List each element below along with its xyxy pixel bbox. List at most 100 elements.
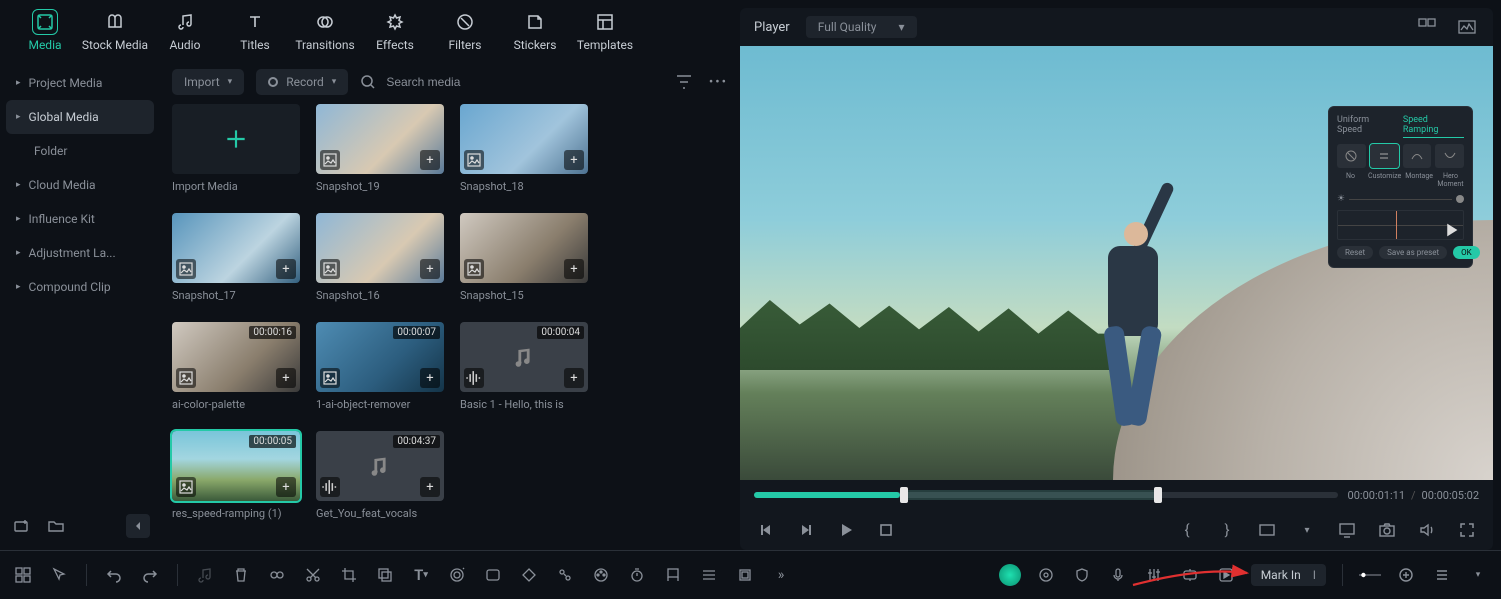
chevron-down-icon[interactable]: ▾ [1467, 564, 1489, 586]
cursor-icon[interactable] [48, 564, 70, 586]
import-media-thumb[interactable] [172, 104, 300, 174]
search-input[interactable] [384, 74, 624, 90]
tab-speed-ramping[interactable]: Speed Ramping [1403, 115, 1464, 138]
sidebar-item-influence-kit[interactable]: ▸Influence Kit [6, 202, 154, 236]
tab-effects[interactable]: Effects [360, 1, 430, 59]
filter-icon[interactable] [675, 73, 693, 91]
image-icon[interactable] [176, 368, 196, 388]
media-tile[interactable]: +Snapshot_18 [460, 104, 588, 193]
preset-montage[interactable] [1403, 144, 1432, 168]
ai-avatar-icon[interactable] [999, 564, 1021, 586]
sidebar-item-cloud-media[interactable]: ▸Cloud Media [6, 168, 154, 202]
collapse-sidebar-icon[interactable] [126, 514, 150, 538]
add-icon[interactable]: + [420, 477, 440, 497]
mark-out-icon[interactable]: } [1215, 518, 1239, 542]
media-tile[interactable]: +Snapshot_16 [316, 213, 444, 302]
layout-icon[interactable] [12, 564, 34, 586]
add-icon[interactable]: + [276, 259, 296, 279]
tab-filters[interactable]: Filters [430, 1, 500, 59]
speed-icon[interactable] [446, 564, 468, 586]
quality-dropdown[interactable]: Full Quality▾ [806, 16, 917, 38]
track-icon[interactable] [698, 564, 720, 586]
fullscreen-icon[interactable] [1455, 518, 1479, 542]
group-icon[interactable] [734, 564, 756, 586]
mic-icon[interactable] [1107, 564, 1129, 586]
crop-icon[interactable] [338, 564, 360, 586]
mixer-icon[interactable] [1143, 564, 1165, 586]
reset-button[interactable]: Reset [1337, 246, 1373, 259]
tab-templates[interactable]: Templates [570, 1, 640, 59]
image-icon[interactable] [320, 150, 340, 170]
play-icon[interactable] [834, 518, 858, 542]
media-tile[interactable]: 00:00:07+1-ai-object-remover [316, 322, 444, 411]
image-icon[interactable] [320, 368, 340, 388]
scrub-track[interactable] [754, 492, 1338, 498]
undo-icon[interactable] [103, 564, 125, 586]
delete-icon[interactable] [230, 564, 252, 586]
snapshot-icon[interactable] [1375, 518, 1399, 542]
audio-wave-icon[interactable] [320, 477, 340, 497]
chevron-down-icon[interactable]: ▾ [1295, 518, 1319, 542]
tab-uniform-speed[interactable]: Uniform Speed [1337, 115, 1395, 138]
motion-icon[interactable] [554, 564, 576, 586]
preset-no[interactable] [1337, 144, 1366, 168]
media-tile[interactable]: +Snapshot_19 [316, 104, 444, 193]
image-icon[interactable] [464, 150, 484, 170]
list-icon[interactable] [1431, 564, 1453, 586]
record-button[interactable]: Record▾ [256, 69, 348, 95]
tab-audio[interactable]: Audio [150, 1, 220, 59]
image-icon[interactable] [176, 259, 196, 279]
more-icon[interactable]: ••• [709, 75, 728, 90]
media-tile[interactable]: Import Media [172, 104, 300, 193]
adjust-icon[interactable] [1179, 564, 1201, 586]
media-tile[interactable]: 00:00:04+Basic 1 - Hello, this is [460, 322, 588, 411]
add-icon[interactable]: + [564, 368, 584, 388]
keyframe-icon[interactable] [518, 564, 540, 586]
preset-hero[interactable] [1435, 144, 1464, 168]
shield-icon[interactable] [1071, 564, 1093, 586]
tab-stickers[interactable]: Stickers [500, 1, 570, 59]
ramp-graph[interactable] [1337, 210, 1464, 240]
folder-icon[interactable] [44, 514, 68, 538]
import-button[interactable]: Import▾ [172, 69, 244, 95]
media-tile[interactable]: 00:00:16+ai-color-palette [172, 322, 300, 411]
sidebar-item-folder[interactable]: Folder [6, 134, 154, 168]
sidebar-item-compound-clip[interactable]: ▸Compound Clip [6, 270, 154, 304]
prev-frame-icon[interactable] [754, 518, 778, 542]
copy-icon[interactable] [374, 564, 396, 586]
marker-icon[interactable] [662, 564, 684, 586]
image-icon[interactable] [320, 259, 340, 279]
add-marker-icon[interactable] [1395, 564, 1417, 586]
redo-icon[interactable] [139, 564, 161, 586]
preset-customize[interactable] [1370, 144, 1399, 168]
ok-button[interactable]: OK [1453, 246, 1480, 259]
circle1-icon[interactable] [1035, 564, 1057, 586]
tab-titles[interactable]: Titles [220, 1, 290, 59]
color-icon[interactable] [590, 564, 612, 586]
add-icon[interactable]: + [564, 150, 584, 170]
timer-icon[interactable] [626, 564, 648, 586]
render-icon[interactable] [1215, 564, 1237, 586]
stop-icon[interactable] [874, 518, 898, 542]
grid-view-icon[interactable] [1415, 15, 1439, 39]
tab-transitions[interactable]: Transitions [290, 1, 360, 59]
image-icon[interactable] [176, 477, 196, 497]
media-tile[interactable]: 00:04:37+Get_You_feat_vocals [316, 431, 444, 520]
speed-ramping-panel[interactable]: Uniform Speed Speed Ramping No Customize… [1328, 106, 1473, 268]
add-icon[interactable]: + [420, 259, 440, 279]
sidebar-item-project-media[interactable]: ▸Project Media [6, 66, 154, 100]
display-icon[interactable] [1335, 518, 1359, 542]
add-icon[interactable]: + [420, 368, 440, 388]
tab-stock-media[interactable]: Stock Media [80, 1, 150, 59]
add-icon[interactable]: + [276, 477, 296, 497]
next-frame-icon[interactable] [794, 518, 818, 542]
zoom-slider[interactable] [1359, 564, 1381, 586]
mark-in-icon[interactable]: { [1175, 518, 1199, 542]
link-icon[interactable] [266, 564, 288, 586]
media-tile[interactable]: 00:00:05+res_speed-ramping (1) [172, 431, 300, 520]
volume-icon[interactable] [1415, 518, 1439, 542]
add-icon[interactable]: + [564, 259, 584, 279]
new-folder-icon[interactable] [10, 514, 34, 538]
preview-canvas[interactable]: Uniform Speed Speed Ramping No Customize… [740, 46, 1493, 480]
image-icon[interactable] [464, 259, 484, 279]
